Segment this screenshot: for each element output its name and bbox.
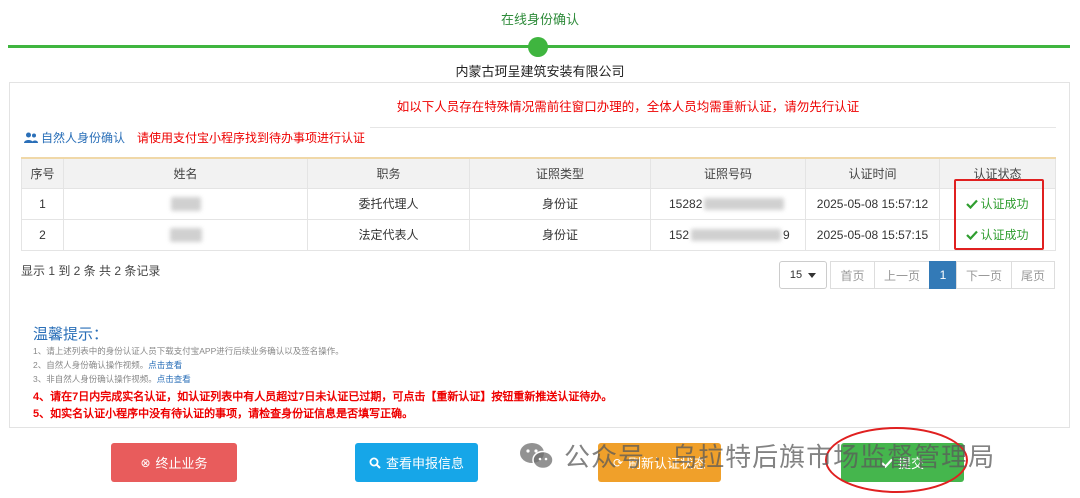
video-link-natural[interactable]: 点击查看 — [148, 360, 182, 370]
progress-dot — [528, 37, 548, 57]
blurred-id — [704, 198, 785, 211]
col-no: 序号 — [21, 157, 64, 188]
divider — [370, 127, 1056, 128]
tip-line-5: 5、如实名认证小程序中没有待认证的事项，请检查身份证信息是否填写正确。 — [33, 408, 414, 420]
col-role: 职务 — [307, 157, 470, 188]
row-id-number: 152 9 — [650, 218, 806, 251]
row-name — [63, 218, 308, 251]
first-page-button[interactable]: 首页 — [830, 261, 875, 289]
col-id-type: 证照类型 — [469, 157, 651, 188]
section-title: 自然人身份确认 — [41, 131, 126, 145]
row-no: 1 — [21, 187, 64, 220]
last-page-button[interactable]: 尾页 — [1011, 261, 1055, 289]
row-time: 2025-05-08 15:57:15 — [805, 218, 940, 251]
prev-page-button[interactable]: 上一页 — [874, 261, 930, 289]
company-name: 内蒙古珂呈建筑安装有限公司 — [455, 64, 625, 79]
table-row: 1 委托代理人 身份证 15282 2025-05-08 15:57:12 认证… — [21, 187, 1056, 220]
auth-table: 序号 姓名 职务 证照类型 证照号码 认证时间 认证状态 1 委托代理人 身份证… — [21, 157, 1056, 251]
stop-business-button[interactable]: ⊗ 终止业务 — [111, 443, 237, 482]
next-page-button[interactable]: 下一页 — [956, 261, 1012, 289]
tip-line-3-text: 3、非自然人身份确认操作视频。 — [33, 374, 157, 384]
status-highlight-box — [954, 179, 1044, 250]
main-panel: 如以下人员存在特殊情况需前往窗口办理的，全体人员均需重新认证，请勿先行认证 自然… — [9, 82, 1070, 428]
blurred-name — [170, 196, 201, 211]
page-1-button[interactable]: 1 — [929, 261, 957, 289]
section-header: 自然人身份确认 请使用支付宝小程序找到待办事项进行认证 — [24, 129, 365, 146]
watermark: 公众号 · 乌拉特后旗市场监督管理局 — [518, 437, 995, 474]
watermark-text: 公众号 · 乌拉特后旗市场监督管理局 — [564, 442, 996, 472]
chevron-down-icon — [808, 272, 817, 278]
stop-label: 终止业务 — [155, 456, 208, 471]
row-id-type: 身份证 — [469, 218, 651, 251]
tip-line-2: 2、自然人身份确认操作视频。点击查看 — [33, 359, 182, 371]
table-row: 2 法定代表人 身份证 152 9 2025-05-08 15:57:15 认证成… — [21, 218, 1056, 251]
video-link-non-natural[interactable]: 点击查看 — [157, 374, 191, 384]
search-icon — [369, 457, 381, 469]
tip-line-3: 3、非自然人身份确认操作视频。点击查看 — [33, 373, 191, 385]
blurred-name — [169, 227, 202, 242]
page-size-value: 15 — [789, 269, 803, 281]
page-size-select[interactable]: 15 — [779, 261, 827, 289]
id-prefix: 15282 — [669, 196, 703, 211]
col-id-number: 证照号码 — [650, 157, 806, 188]
wechat-icon — [520, 442, 554, 469]
records-summary: 显示 1 到 2 条 共 2 条记录 — [21, 264, 161, 278]
close-circle-icon: ⊗ — [140, 455, 151, 470]
tip-line-4: 4、请在7日内完成实名认证，如认证列表中有人员超过7日未认证已过期，可点击【重新… — [33, 391, 613, 403]
blurred-id — [691, 229, 782, 242]
view-label: 查看申报信息 — [385, 456, 464, 471]
row-no: 2 — [21, 218, 64, 251]
col-name: 姓名 — [63, 157, 308, 188]
tips-title: 温馨提示： — [33, 326, 109, 343]
table-header-row: 序号 姓名 职务 证照类型 证照号码 认证时间 认证状态 — [21, 157, 1056, 188]
users-icon — [24, 132, 38, 143]
row-time: 2025-05-08 15:57:12 — [805, 187, 940, 220]
row-id-number: 15282 — [650, 187, 806, 220]
view-declaration-button[interactable]: 查看申报信息 — [355, 443, 478, 482]
section-note: 请使用支付宝小程序找到待办事项进行认证 — [137, 131, 366, 145]
row-role: 法定代表人 — [307, 218, 470, 251]
id-prefix: 152 — [669, 227, 690, 242]
row-id-type: 身份证 — [469, 187, 651, 220]
tip-line-2-text: 2、自然人身份确认操作视频。 — [33, 360, 149, 370]
step-title: 在线身份确认 — [500, 12, 579, 27]
row-name — [63, 187, 308, 220]
pagination: 15 首页 上一页 1 下一页 尾页 — [779, 261, 1055, 289]
row-role: 委托代理人 — [307, 187, 470, 220]
notice-text: 如以下人员存在特殊情况需前往窗口办理的，全体人员均需重新认证，请勿先行认证 — [396, 100, 860, 114]
col-auth-time: 认证时间 — [805, 157, 940, 188]
id-suffix: 9 — [783, 227, 790, 242]
tip-line-1: 1、请上述列表中的身份认证人员下载支付宝APP进行后续业务确认以及签名操作。 — [33, 346, 344, 356]
